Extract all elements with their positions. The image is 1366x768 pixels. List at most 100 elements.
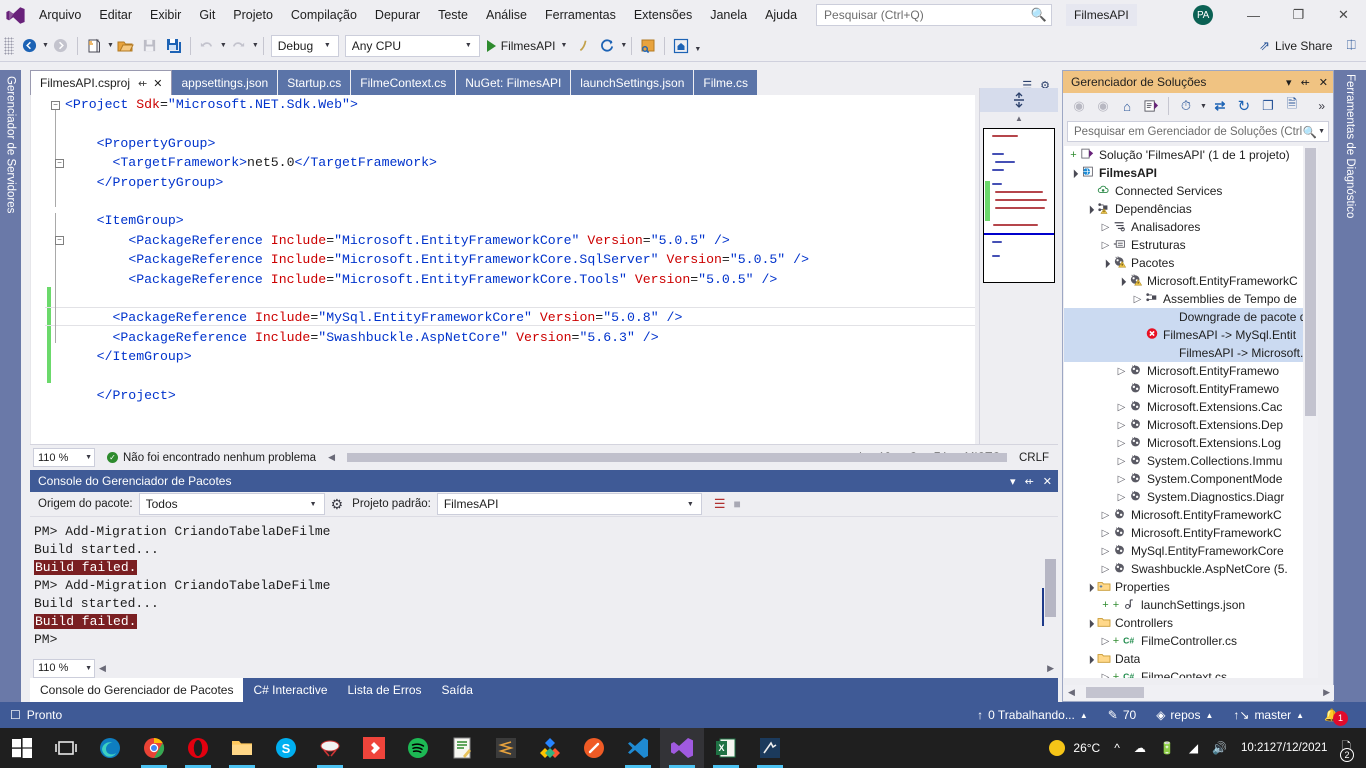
taskbar-app-skype[interactable]: S [264, 728, 308, 768]
menu-bar[interactable]: Arquivo Editar Exibir Git Projeto Compil… [30, 0, 806, 30]
solution-tree-item[interactable]: ▷ System.Collections.Immu [1064, 452, 1318, 470]
solution-tree-item[interactable]: ◢ Controllers [1064, 614, 1318, 632]
status-repository[interactable]: ◈ repos ▲ [1146, 708, 1223, 722]
close-icon[interactable]: ✕ [1319, 76, 1328, 89]
collapsed-arrow-icon[interactable]: ▷ [1100, 672, 1111, 679]
solution-tree-item[interactable]: ▷ Assemblies de Tempo de [1064, 290, 1318, 308]
collapsed-arrow-icon[interactable]: ▷ [1100, 510, 1111, 521]
toolbar-grip[interactable] [4, 36, 14, 55]
restore-button[interactable]: ❐ [1276, 0, 1321, 30]
solution-platform-select[interactable]: Any CPU ▼ [344, 34, 480, 57]
menu-item-extensoes[interactable]: Extensões [625, 4, 701, 27]
scroll-up-arrow-icon[interactable]: ▲ [980, 112, 1058, 124]
taskbar-app-anydesk[interactable] [352, 728, 396, 768]
properties-icon[interactable]: 🗎 [1281, 95, 1303, 117]
weather-widget[interactable]: 26°C [1042, 728, 1107, 768]
solution-tree-item[interactable]: + Solução 'FilmesAPI' (1 de 1 projeto) [1064, 146, 1318, 164]
solution-tree-item[interactable]: ▷ + C# FilmeContext.cs [1064, 668, 1318, 678]
collapsed-arrow-icon[interactable]: ▷ [1100, 528, 1111, 539]
pin-icon[interactable]: ⇷ [138, 77, 147, 90]
collapse-toggle-project[interactable]: − [51, 101, 60, 110]
wifi-icon[interactable]: ◢ [1182, 728, 1205, 768]
solution-tree-item[interactable]: ▷ System.Diagnostics.Diagr [1064, 488, 1318, 506]
chevron-down-icon[interactable]: ▼ [1318, 128, 1325, 135]
toolbar-overflow-icon[interactable]: » [1318, 99, 1328, 113]
solution-tree-item[interactable]: ◢ Dependências [1064, 200, 1318, 218]
collapsed-arrow-icon[interactable]: ▷ [1116, 456, 1127, 467]
refresh-icon[interactable]: ↻ [1233, 95, 1255, 117]
editor-tab-filmesapi-csproj[interactable]: FilmesAPI.csproj ⇷ ✕ [30, 70, 173, 95]
status-working[interactable]: ↑ 0 Trabalhando... ▲ [967, 708, 1098, 722]
taskbar-app-notepad[interactable] [440, 728, 484, 768]
panel-dropdown-icon[interactable]: ▾ [1286, 76, 1292, 89]
volume-icon[interactable]: 🔊 [1205, 728, 1234, 768]
taskbar-app-excel[interactable]: X [704, 728, 748, 768]
taskbar-app-sourcetree[interactable] [528, 728, 572, 768]
battery-icon[interactable]: 🔋 [1153, 728, 1182, 768]
scroll-thumb[interactable] [347, 453, 1007, 462]
solution-tree-item[interactable]: ◢ Pacotes [1064, 254, 1318, 272]
menu-item-compilacao[interactable]: Compilação [282, 4, 366, 27]
solution-tree-item[interactable]: ◢ FilmesAPI [1064, 164, 1318, 182]
tab-package-manager-console[interactable]: Console do Gerenciador de Pacotes [30, 678, 244, 702]
taskbar-app-chrome[interactable] [132, 728, 176, 768]
taskbar-app-edge[interactable] [88, 728, 132, 768]
close-icon[interactable]: ✕ [1043, 475, 1052, 488]
panel-dropdown-icon[interactable]: ▾ [1010, 475, 1016, 488]
source-control-add-icon[interactable]: + [1068, 149, 1079, 161]
undo-dropdown-icon[interactable]: ▼ [220, 42, 227, 49]
status-notifications[interactable]: 🔔 1 [1314, 705, 1362, 726]
collapse-toggle-propertygroup[interactable]: − [55, 159, 64, 168]
toolbar-overflow-icon[interactable]: ▼ [694, 46, 701, 53]
menu-item-ferramentas[interactable]: Ferramentas [536, 4, 625, 27]
chevron-down-icon[interactable]: ▼ [1200, 103, 1207, 110]
solution-tree-item[interactable]: ▷ Microsoft.Extensions.Dep [1064, 416, 1318, 434]
sync-icon[interactable]: ⇄ [1209, 95, 1231, 117]
editor-tab-appsettings-json[interactable]: appsettings.json [172, 70, 279, 95]
solution-tree-item[interactable]: FilmesAPI -> Microsoft.E [1064, 344, 1318, 362]
onedrive-icon[interactable]: ☁ [1127, 728, 1153, 768]
solution-tree-item[interactable]: ◢ Microsoft.EntityFrameworkC [1064, 272, 1318, 290]
collapsed-arrow-icon[interactable]: ▷ [1116, 366, 1127, 377]
scroll-left-arrow-icon[interactable]: ◀ [95, 663, 110, 674]
new-project-dropdown-icon[interactable]: ▼ [107, 42, 114, 49]
scroll-thumb[interactable] [1045, 559, 1056, 617]
solution-explorer-search-input[interactable]: Pesquisar em Gerenciador de Soluções (Ct… [1067, 121, 1329, 142]
start-button[interactable] [0, 728, 44, 768]
collapse-all-icon[interactable]: ❐ [1257, 95, 1279, 117]
solution-tree-item[interactable]: ▷ Estruturas [1064, 236, 1318, 254]
console-zoom-select[interactable]: 110 % ▼ [33, 658, 95, 678]
scroll-left-arrow-icon[interactable]: ◀ [1064, 687, 1079, 698]
refresh-icon[interactable] [595, 34, 619, 58]
editor-minimap[interactable]: ▲ [979, 88, 1058, 444]
diagnostic-tools-tab[interactable]: Ferramentas de Diagnóstico [1334, 70, 1366, 270]
collapsed-arrow-icon[interactable]: ▷ [1132, 294, 1143, 305]
navigate-back-icon[interactable] [17, 34, 41, 58]
minimap-viewport-indicator[interactable] [984, 233, 1054, 235]
clear-console-icon[interactable]: ☰ [714, 496, 726, 512]
status-pending-changes[interactable]: ✎ 70 [1098, 708, 1146, 722]
collapsed-arrow-icon[interactable]: ▷ [1116, 420, 1127, 431]
taskbar-app-vscode[interactable] [616, 728, 660, 768]
scroll-thumb[interactable] [1086, 687, 1144, 698]
menu-item-janela[interactable]: Janela [701, 4, 756, 27]
menu-item-depurar[interactable]: Depurar [366, 4, 429, 27]
split-view-icon[interactable] [980, 88, 1058, 112]
solution-tree-item[interactable]: ▷ Microsoft.EntityFramewo [1064, 362, 1318, 380]
editor-tab-nuget-filmesapi[interactable]: NuGet: FilmesAPI [456, 70, 572, 95]
collapse-toggle-itemgroup[interactable]: − [55, 236, 64, 245]
collapsed-arrow-icon[interactable]: ▷ [1100, 564, 1111, 575]
notification-center-button[interactable]: 🗋 2 [1334, 728, 1358, 768]
find-in-files-icon[interactable] [636, 34, 660, 58]
solution-tree-item[interactable]: ▷ Swashbuckle.AspNetCore (5. [1064, 560, 1318, 578]
collapsed-arrow-icon[interactable]: ▷ [1116, 492, 1127, 503]
console-output[interactable]: PM> Add-Migration CriandoTabelaDeFilme B… [30, 517, 1058, 657]
menu-item-arquivo[interactable]: Arquivo [30, 4, 90, 27]
global-search-input[interactable]: Pesquisar (Ctrl+Q) 🔍 [816, 4, 1053, 26]
code-text[interactable]: <Project Sdk="Microsoft.NET.Sdk.Web"> <P… [65, 95, 809, 406]
solution-tree-item[interactable]: ▷ Microsoft.Extensions.Log [1064, 434, 1318, 452]
navigate-back-dropdown-icon[interactable]: ▼ [42, 42, 49, 49]
menu-item-teste[interactable]: Teste [429, 4, 477, 27]
start-debug-button[interactable]: FilmesAPI ▼ [483, 34, 572, 58]
solution-tree-item[interactable]: ◢ Data [1064, 650, 1318, 668]
